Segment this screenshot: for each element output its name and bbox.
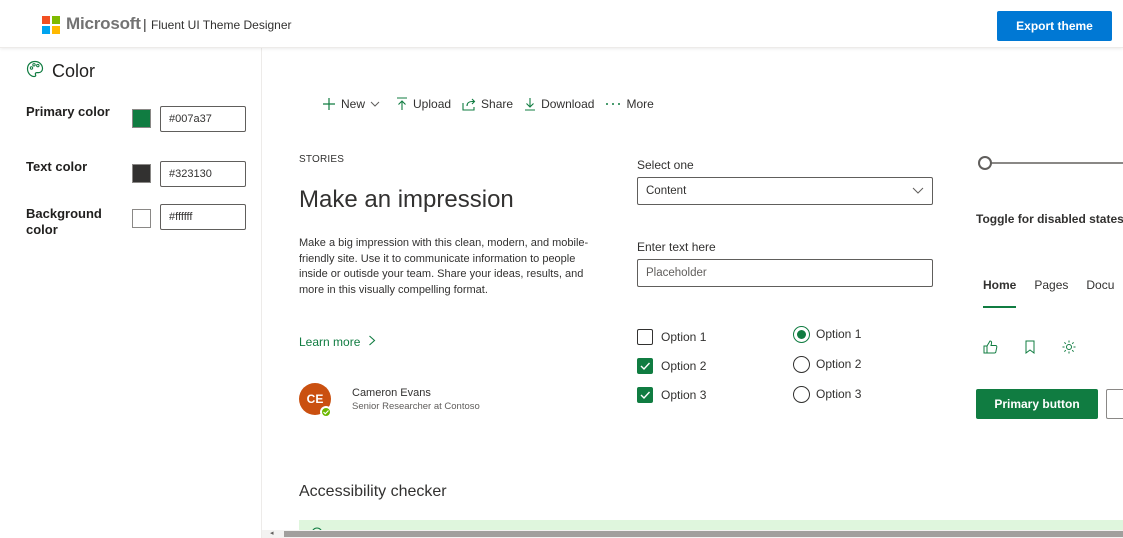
upload-button[interactable]: Upload [396,97,451,111]
scrollbar-thumb[interactable] [284,531,1123,537]
background-color-label: Background color [26,206,102,237]
tab-home[interactable]: Home [983,278,1017,308]
icon-button-row [983,340,1102,359]
radio-option-3[interactable]: Option 3 [793,385,861,403]
command-bar: New Upload Share Download More [322,94,665,114]
checkbox-box[interactable] [637,387,653,403]
microsoft-logo-icon[interactable] [42,16,60,34]
radio-option-2[interactable]: Option 2 [793,355,861,373]
checkmark-icon [640,362,651,371]
download-button[interactable]: Download [524,97,594,111]
app-title: Fluent UI Theme Designer [151,18,292,32]
radio-label: Option 1 [816,327,862,341]
checkbox-option-2[interactable]: Option 2 [637,357,706,375]
download-icon [525,98,536,111]
upload-icon [397,97,408,110]
new-label: New [341,97,366,111]
tab-pages[interactable]: Pages [1034,278,1068,308]
download-label: Download [541,97,595,111]
header-separator: | [143,16,147,32]
slider-track[interactable] [985,162,1123,164]
more-icon [606,103,621,105]
radio-circle[interactable] [793,355,810,373]
primary-color-label: Primary color [26,104,110,119]
checkbox-option-3[interactable]: Option 3 [637,386,706,404]
like-button[interactable] [983,340,998,359]
top-header: Microsoft | Fluent UI Theme Designer Exp… [0,0,1123,48]
story-eyebrow: STORIES [299,154,345,165]
more-label: More [626,97,654,111]
accessibility-title: Accessibility checker [299,483,447,500]
pivot-tabs: Home Pages Docu [983,278,1123,308]
export-theme-button[interactable]: Export theme [997,11,1112,41]
color-panel: Color Primary color Text color Backgroun… [0,48,262,538]
radio-option-1[interactable]: Option 1 [793,325,861,343]
toggle-label: Toggle for disabled states [976,212,1123,226]
background-color-swatch[interactable] [132,209,151,228]
radio-circle[interactable] [793,385,810,403]
radio-circle[interactable] [793,325,810,343]
app-root: Microsoft | Fluent UI Theme Designer Exp… [0,0,1123,538]
learn-more-label: Learn more [299,335,361,349]
story-headline: Make an impression [299,186,514,213]
presence-badge [320,406,332,418]
dropdown-value: Content [646,185,687,197]
text-color-field[interactable] [160,161,246,187]
bookmark-button[interactable] [1024,340,1036,359]
like-icon [983,340,998,354]
horizontal-scrollbar[interactable]: ◂ [262,530,1123,538]
tab-documents[interactable]: Docu [1086,278,1114,308]
persona-name: Cameron Evans [352,387,431,399]
background-color-field[interactable] [160,204,246,230]
preview-area: New Upload Share Download More STORIES M… [270,58,1123,538]
panel-title: Color [52,61,96,81]
text-color-swatch[interactable] [132,164,151,183]
checkbox-label: Option 2 [661,359,707,373]
share-button[interactable]: Share [462,97,513,111]
radio-label: Option 2 [816,357,862,371]
radio-label: Option 3 [816,387,862,401]
text-input[interactable] [637,259,933,287]
text-color-row: Text color [26,159,256,199]
primary-button[interactable]: Primary button [976,389,1098,419]
checkmark-icon [640,391,651,400]
content-dropdown[interactable]: Content [637,177,933,205]
palette-icon [26,60,44,78]
background-color-row: Background color [26,204,256,246]
scroll-left-arrow-icon[interactable]: ◂ [270,530,274,538]
new-button[interactable]: New [322,97,385,111]
text-field-label: Enter text here [637,240,716,254]
checkbox-box[interactable] [637,358,653,374]
persona-title: Senior Researcher at Contoso [352,401,480,412]
learn-more-link[interactable]: Learn more [299,335,376,349]
chevron-down-icon [912,187,924,194]
slider-thumb[interactable] [978,156,992,170]
chevron-down-icon [370,101,380,107]
checkmark-icon [323,410,329,415]
text-color-label: Text color [26,159,88,174]
primary-color-row: Primary color [26,104,256,144]
primary-color-field[interactable] [160,106,246,132]
select-label: Select one [637,158,694,172]
checkbox-label: Option 1 [661,330,707,344]
share-icon [462,98,476,111]
primary-color-swatch[interactable] [132,109,151,128]
checkbox-label: Option 3 [661,388,707,402]
plus-icon [323,98,335,110]
story-body: Make a big impression with this clean, m… [299,237,589,296]
chevron-right-icon [368,335,376,346]
more-button[interactable]: More [605,97,654,111]
secondary-button[interactable] [1106,389,1123,419]
sun-icon [1062,340,1076,354]
persona: CE Cameron Evans Senior Researcher at Co… [299,382,599,426]
share-label: Share [481,97,514,111]
brightness-button[interactable] [1062,340,1076,359]
upload-label: Upload [413,97,452,111]
checkbox-option-1[interactable]: Option 1 [637,328,706,346]
brand-name: Microsoft [66,14,141,33]
checkbox-box[interactable] [637,329,653,345]
bookmark-icon [1025,340,1035,354]
